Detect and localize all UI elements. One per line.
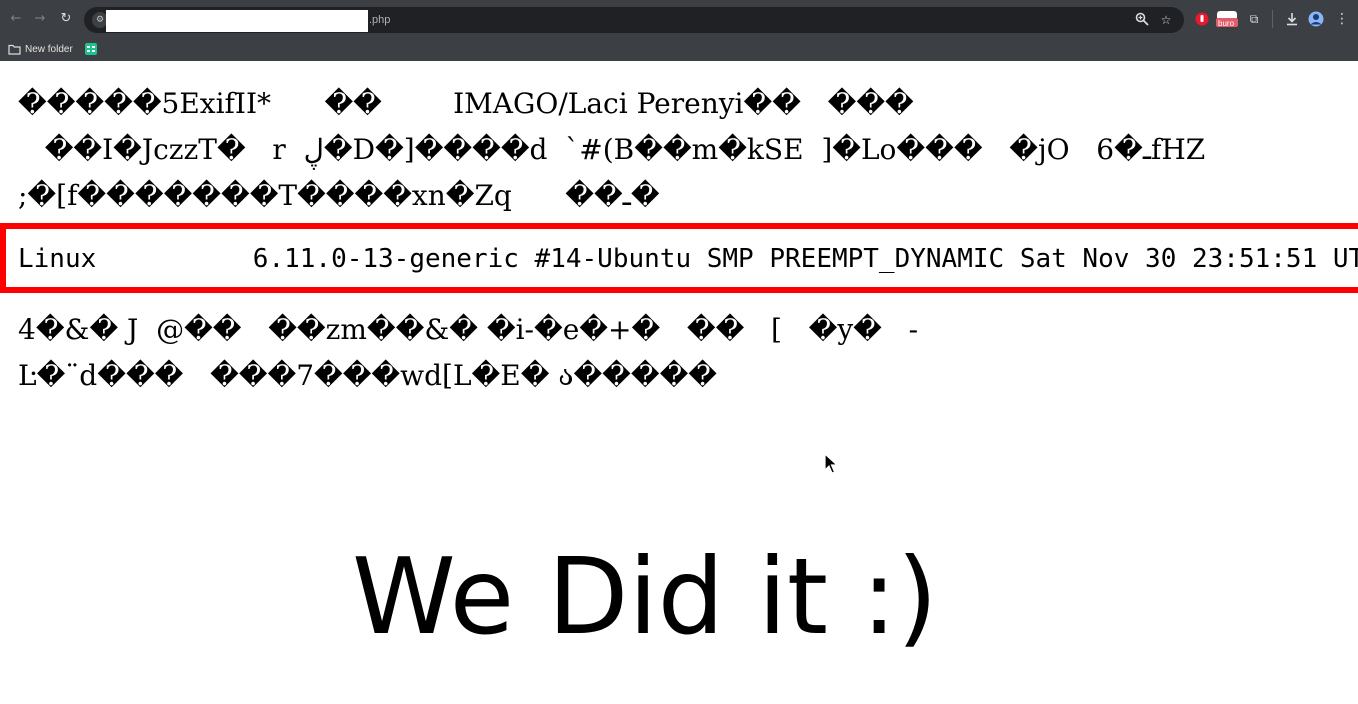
garbled-binary-line-1: 4�&� J @�� ��zm��&� �i-�e�+� �� [ �y� - [18,313,919,346]
reload-icon[interactable]: ↻ [58,11,74,27]
zoom-icon[interactable] [1134,12,1150,28]
url-text: .php [369,14,391,26]
bookmark-label: New folder [25,43,73,55]
garbled-exif-line-1: �����5ExifII* �� IMAGO/Laci Perenyi�� ��… [18,87,914,120]
kernel-version-text: Linux 6.11.0-13-generic #14-Ubuntu SMP P… [18,244,1358,274]
mouse-cursor-icon [824,452,839,475]
garbled-binary-line-2: Ŀ�¨d��� ���7���wd[L�E� ა����� [18,359,718,392]
download-icon[interactable] [1284,11,1300,27]
redacted-url [106,10,368,32]
buro-extension-icon[interactable]: buro [1216,11,1238,28]
highlight-box: Linux 6.11.0-13-generic #14-Ubuntu SMP P… [0,223,1358,293]
back-icon[interactable]: ← [8,11,24,27]
bookmark-green-app[interactable] [85,41,97,57]
bookmark-star-icon[interactable]: ☆ [1158,12,1174,28]
forward-icon[interactable]: → [32,11,48,27]
browser-toolbar: ← → ↻ ⚙ .php ☆ buro ⧉ ⋮ [0,0,1358,38]
address-bar[interactable]: ⚙ .php ☆ [84,7,1184,33]
headline-text: We Did it :) [352,536,938,658]
bookmark-new-folder[interactable]: New folder [8,41,73,57]
red-extension-icon[interactable] [1194,11,1210,27]
green-app-icon [85,43,97,55]
profile-avatar-icon[interactable] [1308,11,1324,27]
menu-kebab-icon[interactable]: ⋮ [1334,11,1350,27]
garbled-exif-line-3: ;�[f�������T����xn�Zq ��ـ� [18,179,660,212]
toolbar-divider [1272,10,1273,28]
browser-chrome: ← → ↻ ⚙ .php ☆ buro ⧉ ⋮ New folder [0,0,1358,61]
bookmarks-bar: New folder [0,38,1358,61]
garbled-exif-line-2: ��I�JczzT� r ڸ�D�]����d `#(B��m�kSE ]�Lo… [18,133,1206,166]
buro-badge: buro [1218,19,1235,28]
folder-icon [8,44,21,55]
extensions-puzzle-icon[interactable]: ⧉ [1246,11,1262,27]
